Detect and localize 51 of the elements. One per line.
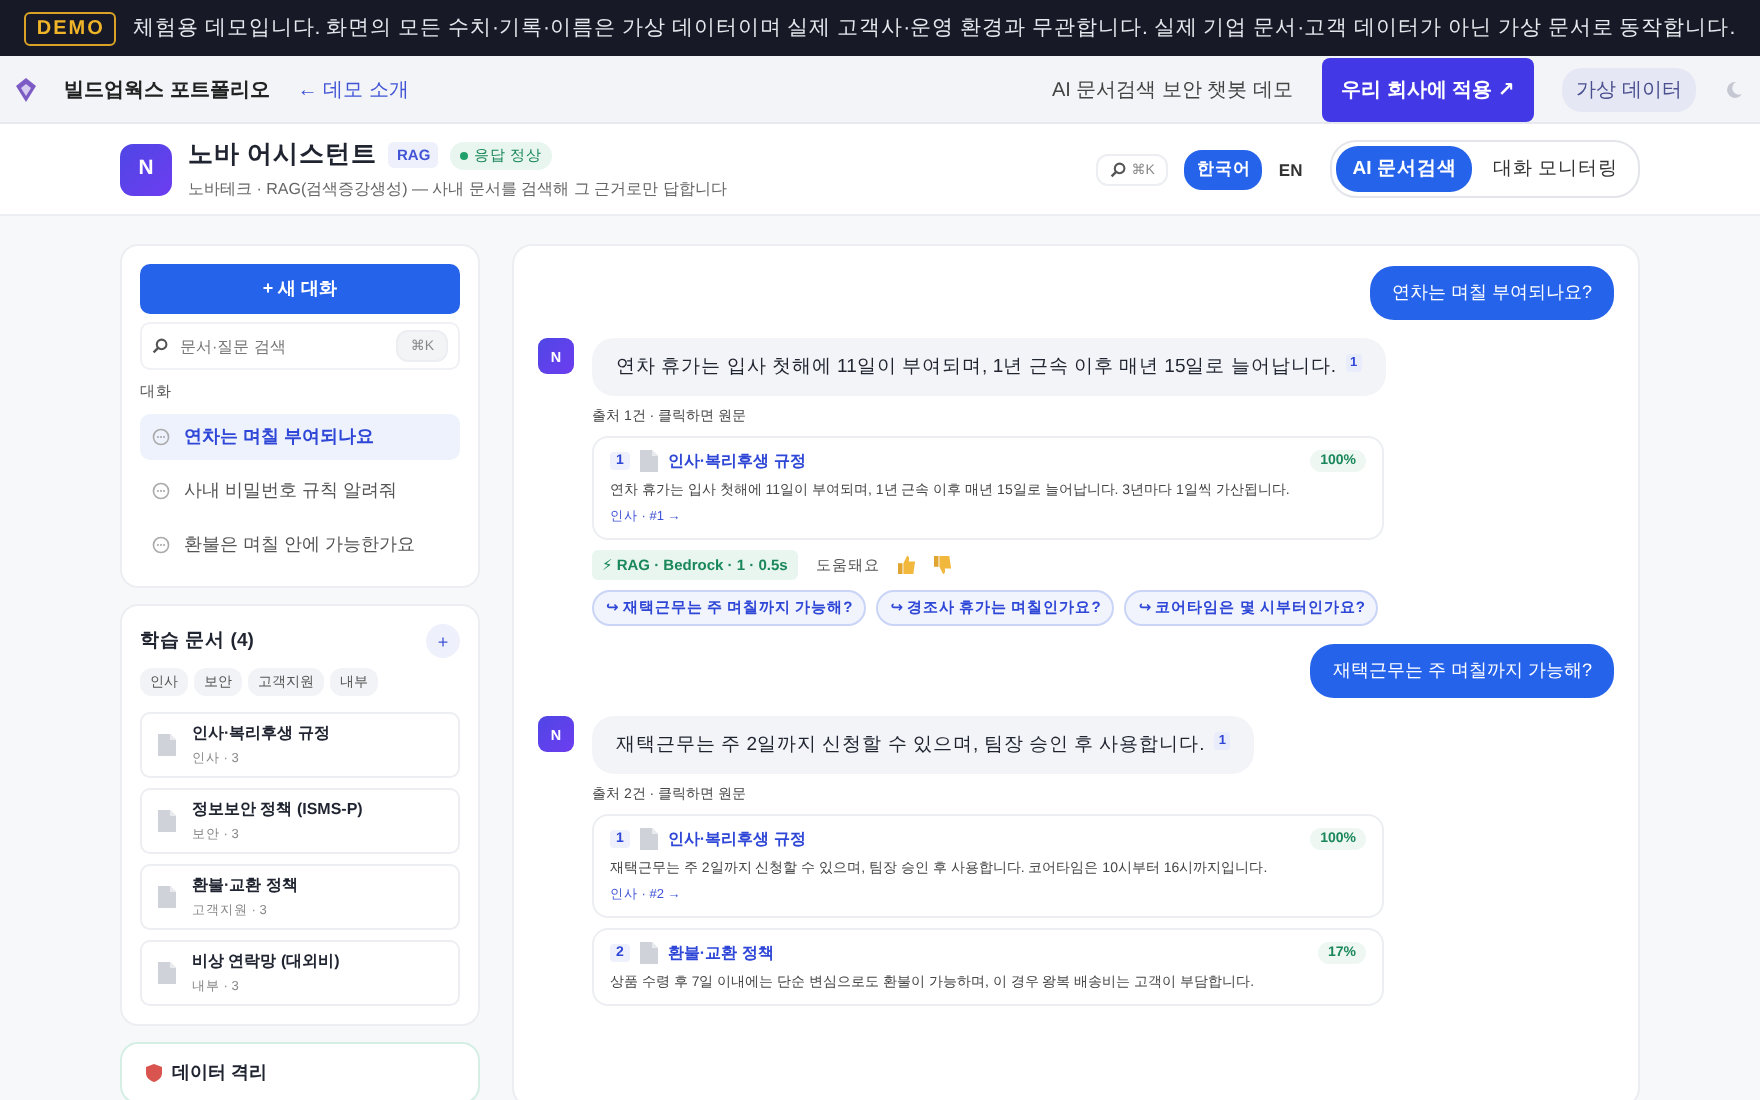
document-icon bbox=[158, 734, 176, 756]
assistant-avatar: N bbox=[120, 143, 172, 195]
assistant-title: 노바 어시스턴트 bbox=[188, 138, 377, 172]
source-title[interactable]: 인사·복리후생 규정 bbox=[667, 450, 806, 472]
answer-text: 연차 휴가는 입사 첫해에 11일이 부여되며, 1년 근속 이후 매년 15일로 늘어납니다. bbox=[616, 354, 1337, 380]
document-icon bbox=[639, 450, 658, 472]
document-title: 비상 연락망 (대외비) bbox=[192, 950, 340, 972]
document-icon bbox=[639, 942, 658, 964]
conversation-item[interactable]: 사내 비밀번호 규칙 알려줘 bbox=[140, 468, 460, 514]
source-title[interactable]: 환불·교환 정책 bbox=[667, 942, 774, 964]
document-icon bbox=[158, 810, 176, 832]
chat-bubble-icon bbox=[152, 536, 170, 554]
source-title[interactable]: 인사·복리후생 규정 bbox=[667, 828, 806, 850]
user-message: 재택근무는 주 며칠까지 가능해? bbox=[1310, 644, 1614, 698]
chat-bubble-icon bbox=[152, 428, 170, 446]
conversation-item[interactable]: 연차는 며칠 부여되나요 bbox=[140, 414, 460, 460]
language-option[interactable]: 한국어 bbox=[1184, 149, 1263, 189]
language-option[interactable]: EN bbox=[1266, 151, 1315, 187]
view-tab[interactable]: 대화 모니터링 bbox=[1476, 146, 1634, 192]
add-document-button[interactable]: + bbox=[426, 624, 460, 658]
document-icon bbox=[639, 828, 658, 850]
new-chat-button[interactable]: + 새 대화 bbox=[140, 264, 460, 314]
shield-icon bbox=[146, 1064, 162, 1082]
virtual-data-badge: 가상 데이터 bbox=[1562, 67, 1696, 111]
document-title: 정보보안 정책 (ISMS-P) bbox=[192, 798, 363, 820]
thumbs-down-icon[interactable] bbox=[933, 556, 952, 574]
chat-bubble-icon bbox=[152, 482, 170, 500]
banner-text: 체험용 데모입니다. 화면의 모든 수치·기록·이름은 가상 데이터이며 실제 고객사·운영 환경과 무관합니다. 실제 기업 문서·고객 데이터가 아닌 가상 문서로 동작합니다. bbox=[132, 14, 1736, 42]
status-dot-icon bbox=[460, 151, 469, 159]
back-link[interactable]: ← 데모 소개 bbox=[297, 75, 409, 103]
assistant-description: 노바테크 · RAG(검색증강생성) — 사내 문서를 검색해 그 근거로만 답합니다 bbox=[188, 178, 727, 200]
view-tab[interactable]: AI 문서검색 bbox=[1336, 146, 1473, 192]
thumbs-up-icon[interactable] bbox=[897, 556, 916, 574]
search-icon bbox=[1109, 161, 1126, 177]
logo-icon bbox=[16, 77, 36, 101]
answer-text: 재택근무는 주 2일까지 신청할 수 있으며, 팀장 승인 후 사용합니다. bbox=[616, 732, 1205, 758]
demo-badge: DEMO bbox=[24, 11, 117, 45]
moon-icon[interactable] bbox=[1724, 79, 1744, 99]
document-icon bbox=[158, 962, 176, 984]
document-icon bbox=[158, 886, 176, 908]
isolation-title: 데이터 격리 bbox=[172, 1060, 268, 1086]
apply-button[interactable]: 우리 회사에 적용 ↗ bbox=[1321, 57, 1535, 121]
brand-name[interactable]: 빌드업웍스 포트폴리오 bbox=[64, 75, 270, 103]
search-icon bbox=[152, 338, 168, 354]
document-title: 인사·복리후생 규정 bbox=[192, 722, 330, 744]
search-field[interactable]: 문서·질문 검색 bbox=[176, 335, 389, 357]
nav-subtitle: AI 문서검색 보안 챗봇 데모 bbox=[1051, 77, 1293, 103]
document-title: 환불·교환 정책 bbox=[192, 874, 298, 896]
conversation-item[interactable]: 환불은 며칠 안에 가능한가요 bbox=[140, 522, 460, 568]
user-message: 연차는 며칠 부여되나요? bbox=[1369, 266, 1614, 320]
documents-title: 학습 문서 (4) bbox=[140, 628, 254, 654]
